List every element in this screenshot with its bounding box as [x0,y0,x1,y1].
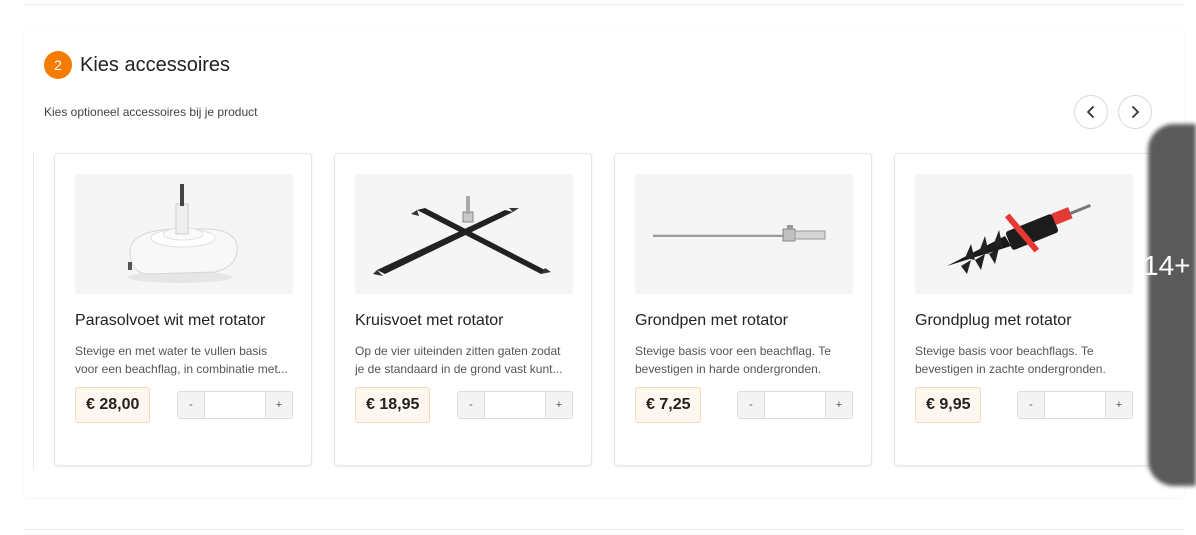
quantity-increase-button[interactable]: + [825,392,852,418]
product-price: € 9,95 [915,387,982,423]
description-line: Stevige en met water te vullen basis [75,344,268,358]
quantity-increase-button[interactable]: + [265,392,292,418]
ground-plug-image [947,203,1091,274]
quantity-decrease-button[interactable]: - [458,392,485,418]
product-title[interactable]: Parasolvoet wit met rotator [75,312,265,330]
quantity-input[interactable] [1045,392,1105,418]
description-line: je de standaard in de grond vast kunt... [355,362,563,376]
product-price: € 28,00 [75,387,151,423]
step-badge: 2 [44,51,72,79]
quantity-input[interactable] [765,392,825,418]
quantity-increase-button[interactable]: + [1105,392,1132,418]
product-card-grondplug[interactable]: Grondplug met rotator Stevige basis voor… [894,153,1152,466]
section-title: Kies accessoires [80,54,231,76]
chevron-left-icon [1087,106,1094,118]
product-image[interactable] [75,174,293,294]
product-title[interactable]: Kruisvoet met rotator [355,312,504,330]
quantity-stepper: - + [737,391,853,419]
product-card-parasolvoet[interactable]: Parasolvoet wit met rotator Stevige en m… [54,153,312,466]
accessories-section: 2 Kies accessoires Kies optioneel access… [24,29,1184,497]
description-line: Stevige basis voor beachflags. Te [915,344,1094,358]
quantity-stepper: - + [1017,391,1133,419]
quantity-stepper: - + [177,391,293,419]
quantity-decrease-button[interactable]: - [1018,392,1045,418]
quantity-decrease-button[interactable]: - [738,392,765,418]
product-description: Stevige en met water te vullen basis voo… [75,342,295,378]
product-card-kruisvoet[interactable]: Kruisvoet met rotator Op de vier uiteind… [334,153,592,466]
product-card-grondpen[interactable]: Grondpen met rotator Stevige basis voor … [614,153,872,466]
description-line: voor een beachflag, in combinatie met... [75,362,288,376]
product-image[interactable] [635,174,853,294]
carousel-next-button[interactable] [1118,95,1152,129]
product-description: Stevige basis voor beachflags. Te bevest… [915,342,1135,378]
product-price: € 18,95 [355,387,431,423]
product-description: Stevige basis voor een beachflag. Te bev… [635,342,855,378]
description-line: bevestigen in zachte ondergronden. [915,362,1106,376]
description-line: Stevige basis voor een beachflag. Te [635,344,831,358]
quantity-stepper: - + [457,391,573,419]
product-title[interactable]: Grondpen met rotator [635,312,788,330]
more-items-count[interactable]: 14+ [1143,250,1191,282]
chevron-right-icon [1132,106,1139,118]
product-image[interactable] [355,174,573,294]
product-price: € 7,25 [635,387,702,423]
cross-base-image [373,196,551,276]
section-subtitle: Kies optioneel accessoires bij je produc… [44,105,258,119]
ground-pin-image [653,225,826,242]
quantity-input[interactable] [205,392,265,418]
bottom-divider [24,529,1184,530]
quantity-increase-button[interactable]: + [545,392,572,418]
more-items-overlay[interactable] [1148,124,1196,486]
description-line: bevestigen in harde ondergronden. [635,362,822,376]
product-description: Op de vier uiteinden zitten gaten zodat … [355,342,575,378]
product-title[interactable]: Grondplug met rotator [915,312,1072,330]
description-line: Op de vier uiteinden zitten gaten zodat [355,344,561,358]
quantity-input[interactable] [485,392,545,418]
top-divider [24,4,1184,5]
carousel-prev-button[interactable] [1074,95,1108,129]
parasol-base-image [128,184,238,283]
previous-card-edge [33,153,34,469]
quantity-decrease-button[interactable]: - [178,392,205,418]
product-image[interactable] [915,174,1133,294]
